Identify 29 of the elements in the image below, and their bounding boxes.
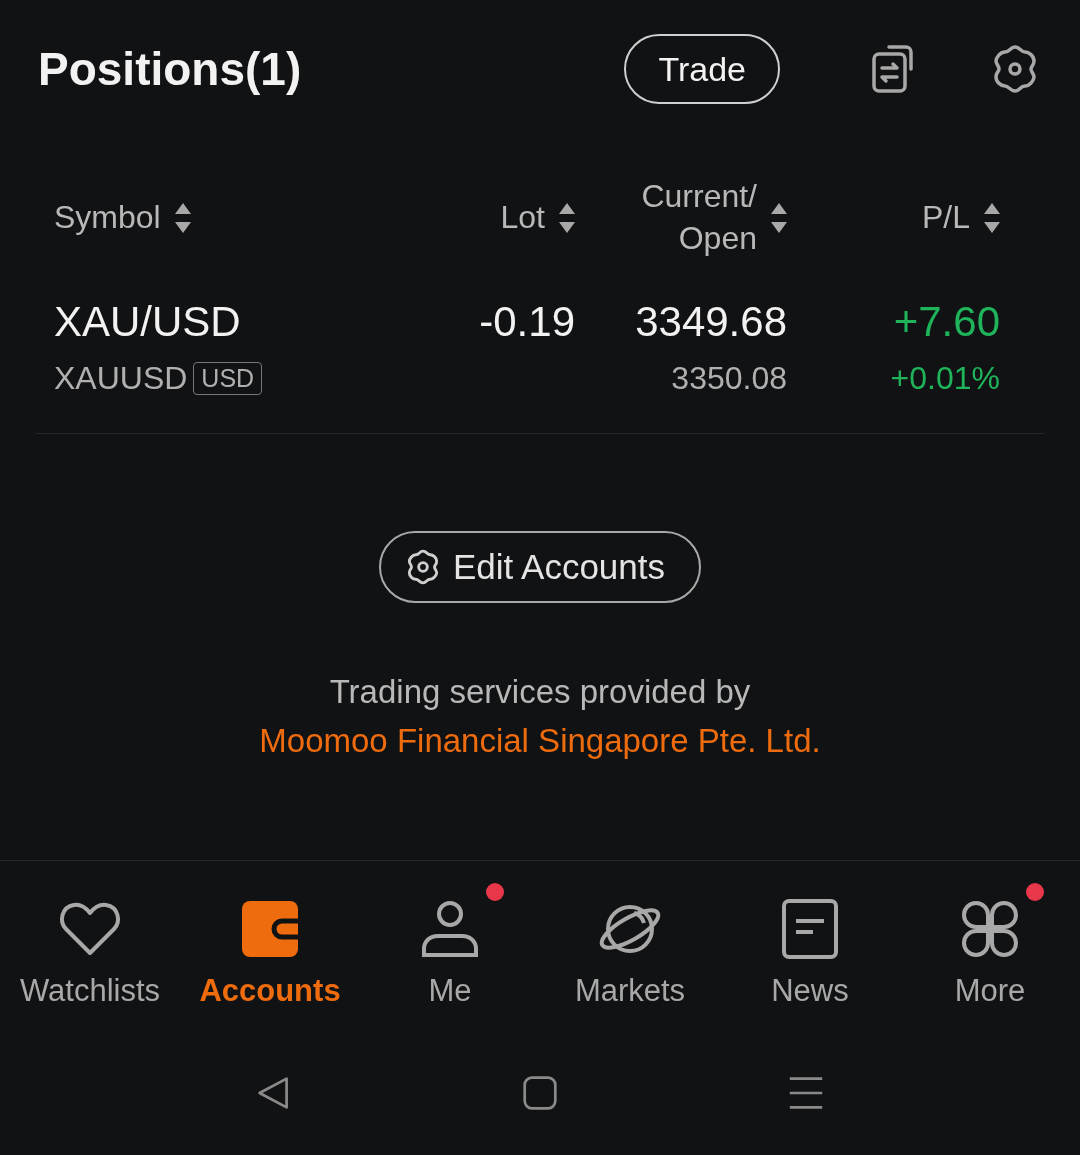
- edit-accounts-button[interactable]: Edit Accounts: [378, 531, 702, 603]
- pl-value: +7.60: [893, 298, 1000, 346]
- menu-icon[interactable]: [788, 1075, 824, 1111]
- nav-tab[interactable]: Markets: [540, 877, 720, 1037]
- sort-icon[interactable]: [771, 203, 787, 233]
- nav-tab[interactable]: More: [900, 877, 1080, 1037]
- lot-value: -0.19: [479, 298, 575, 346]
- nav-tab[interactable]: Me: [360, 877, 540, 1037]
- nav-tab[interactable]: News: [720, 877, 900, 1037]
- nav-tab[interactable]: Accounts: [180, 877, 360, 1037]
- page-title: Positions(1): [38, 42, 303, 96]
- sort-icon[interactable]: [559, 203, 575, 233]
- pl-percent: +0.01%: [890, 360, 1000, 397]
- column-header[interactable]: Lot: [500, 197, 545, 239]
- provider-link[interactable]: Moomoo Financial Singapore Pte. Ltd.: [259, 722, 821, 759]
- symbol-name: XAU/USD: [54, 298, 242, 346]
- current-price: 3349.68: [635, 298, 787, 346]
- trade-button[interactable]: Trade: [624, 34, 780, 104]
- currency-tag: USD: [193, 362, 263, 395]
- sort-icon[interactable]: [984, 203, 1000, 233]
- column-header[interactable]: Current/ Open: [607, 176, 757, 260]
- open-price: 3350.08: [671, 360, 787, 397]
- sort-icon[interactable]: [174, 203, 191, 233]
- column-header[interactable]: P/L: [921, 197, 970, 239]
- column-header[interactable]: Symbol: [54, 197, 161, 239]
- symbol-code: XAUUSD: [54, 360, 188, 397]
- nav-tab[interactable]: Watchlists: [0, 877, 180, 1037]
- home-icon[interactable]: [522, 1075, 558, 1111]
- disclaimer-text: Trading services provided by Moomoo Financial Singapore Pte. Ltd.: [258, 672, 822, 761]
